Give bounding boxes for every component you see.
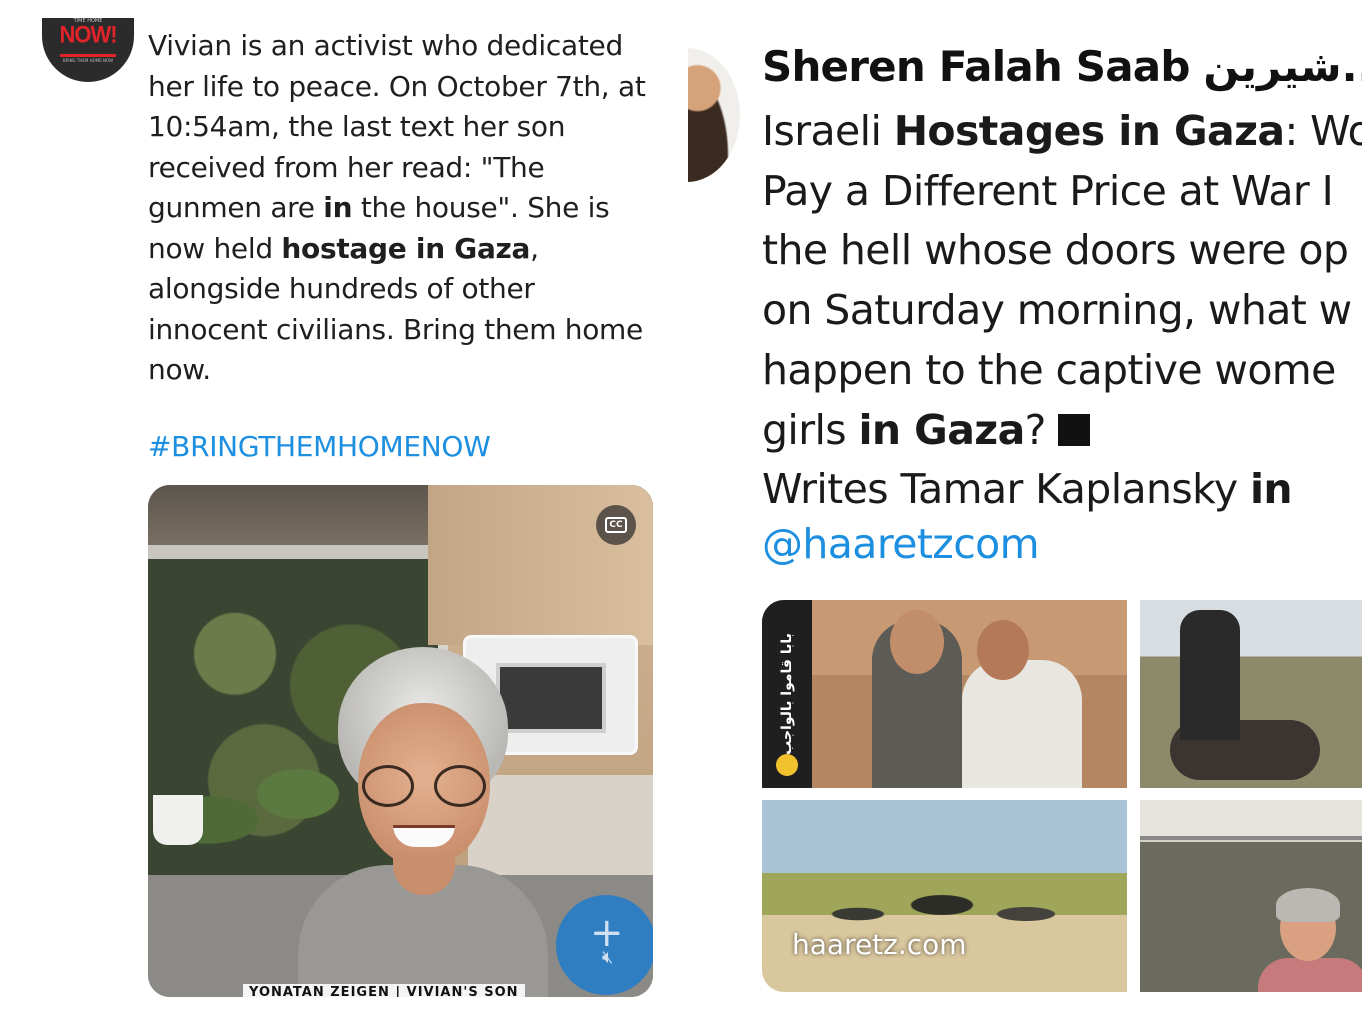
arabic-caption-text: بابا قاموا بالواجب	[779, 633, 795, 755]
media-photo-1[interactable]: بابا قاموا بالواجب	[762, 600, 1127, 788]
author-avatar[interactable]	[688, 48, 740, 182]
text-span: innocent civilians. Bring them home	[148, 312, 643, 346]
bold-text: Hostages in Gaza	[893, 107, 1285, 155]
author-name[interactable]: Sheren Falah Saab شيرين...	[762, 42, 1362, 91]
text-span: now held	[148, 231, 282, 265]
text-line: received from her read: "The	[148, 148, 668, 189]
media-photo-2[interactable]	[1140, 600, 1362, 788]
text-span: the hell whose doors were op	[762, 226, 1349, 275]
text-line: Pay a Different Price at War I	[762, 162, 1362, 222]
now-avatar[interactable]: TIME HOME NOW! BRING THEM HOME NOW	[42, 18, 134, 82]
text-line: her life to peace. On October 7th, at	[148, 67, 668, 108]
avatar-sub-text: BRING THEM HOME NOW	[62, 58, 114, 63]
text-line: gunmen are in the house". She is	[148, 188, 668, 229]
left-tweet-text: Vivian is an activist who dedicated her l…	[148, 26, 668, 391]
captions-icon: CC	[605, 517, 627, 533]
media-photo-3[interactable]: haaretz.com	[762, 800, 1127, 992]
text-line: now.	[148, 350, 668, 391]
text-line: 10:54am, the last text her son	[148, 107, 668, 148]
text-span: 10:54am, the last text her son	[148, 110, 566, 143]
avatar-brand-text: NOW!	[59, 20, 117, 49]
video-person-glasses	[360, 765, 488, 807]
media-photo-4[interactable]	[1140, 800, 1362, 992]
text-span: gunmen are	[148, 191, 324, 224]
text-span: on Saturday morning, what w	[762, 286, 1352, 335]
text-span: happen to the captive wome	[762, 345, 1336, 394]
speaker-muted-icon: 🔇︎	[602, 947, 614, 968]
text-span: ?	[1024, 405, 1047, 454]
emoji-icon	[776, 754, 798, 776]
text-line: happen to the captive wome	[762, 341, 1362, 401]
card-domain-label: haaretz.com	[792, 928, 967, 961]
bold-text: hostage in Gaza	[281, 231, 531, 265]
text-span: Vivian is an activist who dedicated	[148, 29, 623, 62]
text-line: Israeli Hostages in Gaza: Wo	[762, 102, 1362, 162]
text-line: Writes Tamar Kaplansky in	[762, 460, 1362, 520]
captions-button[interactable]: CC	[596, 505, 636, 545]
right-tweet: Sheren Falah Saab شيرين... Israeli Hosta…	[688, 0, 1362, 1022]
text-line: alongside hundreds of other	[148, 269, 668, 310]
text-line: the hell whose doors were op	[762, 221, 1362, 281]
text-span: her life to peace. On October 7th, at	[148, 69, 646, 103]
unmute-button[interactable]: + 🔇︎	[556, 895, 653, 995]
text-line: innocent civilians. Bring them home	[148, 310, 668, 351]
text-span: received from her read: "The	[148, 150, 545, 184]
bold-text: in	[323, 191, 353, 224]
bold-text: in	[1249, 465, 1293, 514]
mention-link[interactable]: @haaretzcom	[762, 520, 1040, 568]
left-tweet: TIME HOME NOW! BRING THEM HOME NOW Vivia…	[0, 0, 690, 1022]
text-line: Vivian is an activist who dedicated	[148, 26, 668, 67]
text-line: now held hostage in Gaza,	[148, 229, 668, 270]
text-span: alongside hundreds of other	[148, 272, 535, 305]
video-player[interactable]: CC + 🔇︎ YONATAN ZEIGEN | VIVIAN'S SON	[148, 485, 653, 997]
text-span: ,	[530, 231, 539, 265]
text-span: Pay a Different Price at War I	[762, 166, 1334, 215]
text-span: : Wo	[1284, 107, 1362, 155]
text-span: girls	[762, 405, 859, 454]
text-span: Israeli	[762, 107, 894, 155]
text-span: now.	[148, 353, 211, 386]
text-line: girls in Gaza?	[762, 401, 1362, 461]
right-tweet-text: Israeli Hostages in Gaza: Wo Pay a Differ…	[762, 102, 1362, 520]
hashtag-link[interactable]: #BRINGTHEMHOMENOW	[148, 430, 491, 463]
black-square-icon	[1057, 413, 1090, 446]
text-span: the house". She is	[352, 191, 610, 224]
avatar-divider	[60, 54, 116, 57]
bold-text: in Gaza	[858, 405, 1025, 454]
text-line: on Saturday morning, what w	[762, 281, 1362, 341]
text-span: Writes Tamar Kaplansky	[762, 465, 1250, 514]
media-grid[interactable]: بابا قاموا بالواجب haaretz.com	[762, 600, 1362, 992]
video-caption: YONATAN ZEIGEN | VIVIAN'S SON	[243, 984, 525, 997]
